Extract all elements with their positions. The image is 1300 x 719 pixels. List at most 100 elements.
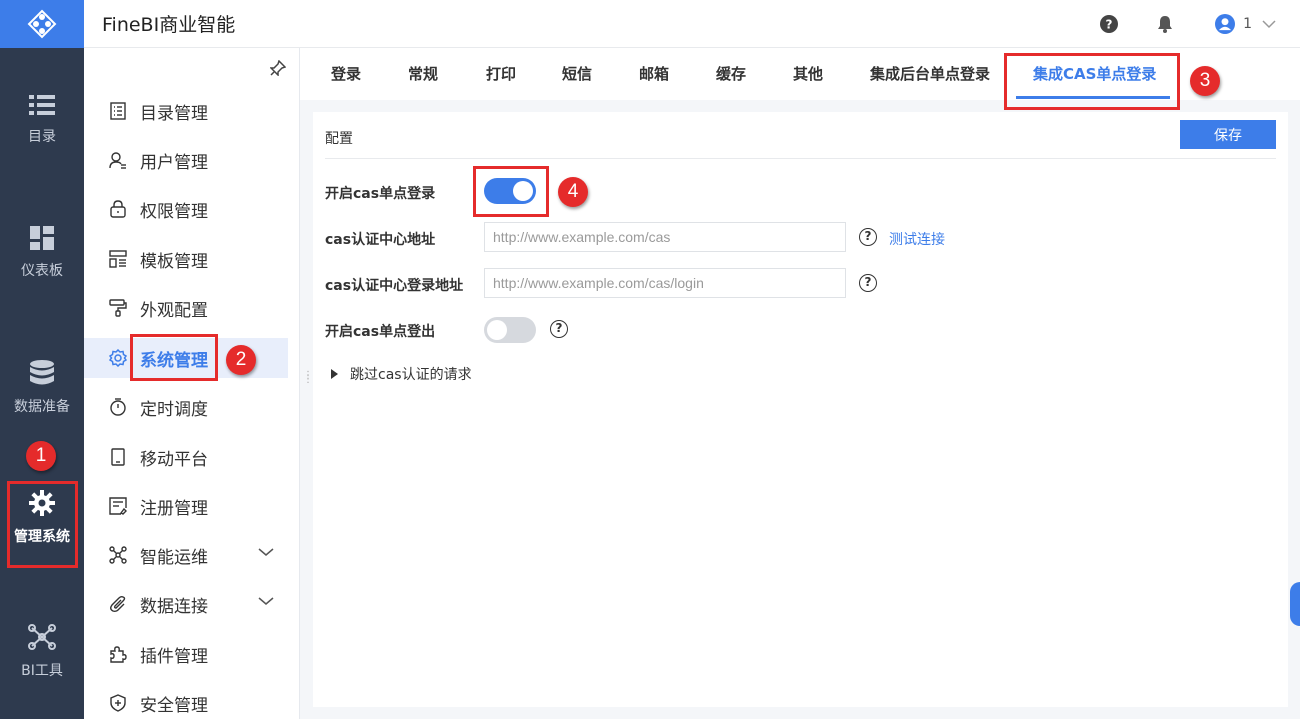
annotation-box-4: [473, 166, 549, 217]
rail-label: 目录: [28, 129, 56, 145]
chevron-down-icon[interactable]: [258, 596, 274, 606]
annotation-box-3: [1004, 53, 1180, 110]
logo-icon: [27, 9, 57, 39]
annotation-box-1: [7, 481, 78, 568]
ops-icon: [108, 545, 128, 565]
help-icon[interactable]: ?: [859, 274, 877, 292]
enable-logout-toggle[interactable]: [484, 317, 536, 343]
annotation-number-4: 4: [558, 177, 588, 207]
cas-login-url-input[interactable]: [484, 268, 846, 298]
brush-icon: [108, 298, 128, 318]
tab-print[interactable]: 打印: [486, 48, 516, 100]
divider: [325, 158, 1276, 159]
save-button[interactable]: 保存: [1180, 120, 1276, 149]
tab-email[interactable]: 邮箱: [639, 48, 669, 100]
caret-right-icon: [331, 369, 338, 379]
puzzle-icon: [108, 644, 128, 664]
toggle-knob: [487, 320, 507, 340]
dashboard-icon: [30, 226, 54, 250]
user-icon: [108, 150, 128, 170]
help-icon[interactable]: ?: [859, 228, 877, 246]
sidebar-item-label: 外观配置: [140, 300, 208, 321]
resize-handle[interactable]: ⋮ ⋮: [303, 371, 313, 385]
skip-requests-label: 跳过cas认证的请求: [350, 367, 472, 383]
tablet-icon: [108, 447, 128, 467]
bell-icon[interactable]: [1155, 14, 1175, 34]
app-title: FineBI商业智能: [102, 14, 236, 36]
cas-url-label: cas认证中心地址: [325, 232, 436, 248]
template-icon: [108, 249, 128, 269]
catalog-icon: [108, 101, 128, 121]
pin-icon[interactable]: [270, 60, 286, 76]
help-icon[interactable]: ?: [550, 320, 568, 338]
network-icon: [28, 624, 56, 650]
floating-assistant-button[interactable]: [1290, 582, 1300, 626]
sidebar-item-label: 数据连接: [140, 596, 208, 617]
sidebar-item-label: 智能运维: [140, 547, 208, 568]
rail-label: 数据准备: [14, 399, 70, 415]
app-logo[interactable]: [0, 0, 84, 48]
rail-label: BI工具: [21, 663, 63, 679]
sidebar-item-permissions[interactable]: 权限管理: [84, 189, 288, 229]
chevron-down-icon[interactable]: [258, 547, 274, 557]
sidebar-item-label: 模板管理: [140, 251, 208, 272]
sidebar-item-data-connection[interactable]: 数据连接: [84, 584, 288, 624]
sidebar-item-catalog[interactable]: 目录管理: [84, 91, 288, 131]
cas-url-input[interactable]: [484, 222, 846, 252]
tab-sms[interactable]: 短信: [562, 48, 592, 100]
sidebar-item-label: 注册管理: [140, 498, 208, 519]
sidebar-item-security[interactable]: 安全管理: [84, 683, 288, 719]
paperclip-icon: [108, 594, 128, 614]
help-icon[interactable]: ?: [1099, 14, 1119, 34]
section-title: 配置: [325, 131, 353, 147]
sidebar-item-ops[interactable]: 智能运维: [84, 535, 288, 575]
cas-login-url-label: cas认证中心登录地址: [325, 278, 464, 294]
tab-other[interactable]: 其他: [793, 48, 823, 100]
lock-icon: [108, 199, 128, 219]
timer-icon: [108, 397, 128, 417]
gear-icon: [108, 348, 128, 368]
sidebar-item-registration[interactable]: 注册管理: [84, 486, 288, 526]
admin-sidebar: 目录管理 用户管理 权限管理 模板管理 外观配置 系统管理 定时调度 移动平台 …: [84, 48, 300, 719]
sidebar-item-label: 插件管理: [140, 646, 208, 667]
user-name[interactable]: 1: [1243, 16, 1252, 32]
header-actions: ? 1: [1063, 0, 1276, 48]
sidebar-item-users[interactable]: 用户管理: [84, 140, 288, 180]
tab-backend-sso[interactable]: 集成后台单点登录: [870, 48, 990, 100]
rail-item-dashboard[interactable]: 仪表板: [0, 226, 84, 280]
list-icon: [29, 95, 55, 115]
rail-item-catalog[interactable]: 目录: [0, 94, 84, 146]
enable-sso-label: 开启cas单点登录: [325, 186, 436, 202]
test-connection-link[interactable]: 测试连接: [889, 229, 945, 249]
chevron-down-icon[interactable]: [1262, 19, 1276, 29]
sidebar-item-label: 定时调度: [140, 399, 208, 420]
rail-item-bi-tools[interactable]: BI工具: [0, 624, 84, 680]
skip-requests-expander[interactable]: 跳过cas认证的请求: [331, 364, 472, 384]
annotation-number-1: 1: [26, 441, 56, 471]
annotation-number-2: 2: [226, 345, 256, 375]
sidebar-item-schedule[interactable]: 定时调度: [84, 387, 288, 427]
database-icon: [30, 360, 54, 385]
rail-label: 仪表板: [21, 263, 63, 279]
sidebar-item-label: 用户管理: [140, 152, 208, 173]
tab-cache[interactable]: 缓存: [716, 48, 746, 100]
sidebar-item-appearance[interactable]: 外观配置: [84, 288, 288, 328]
sidebar-item-templates[interactable]: 模板管理: [84, 239, 288, 279]
enable-logout-label: 开启cas单点登出: [325, 324, 436, 340]
annotation-number-3: 3: [1190, 66, 1220, 96]
sidebar-item-mobile[interactable]: 移动平台: [84, 437, 288, 477]
shield-icon: [108, 693, 128, 713]
rail-item-data-prep[interactable]: 数据准备: [0, 360, 84, 416]
top-header: FineBI商业智能 ? 1: [84, 0, 1300, 48]
tab-general[interactable]: 常规: [408, 48, 438, 100]
app-rail: 目录 仪表板 数据准备 管理系统 BI工具: [0, 0, 84, 719]
sidebar-item-label: 目录管理: [140, 103, 208, 124]
register-icon: [108, 496, 128, 516]
tab-login[interactable]: 登录: [331, 48, 361, 100]
avatar-icon[interactable]: [1215, 14, 1236, 34]
sidebar-item-label: 移动平台: [140, 449, 208, 470]
sidebar-item-label: 安全管理: [140, 695, 208, 716]
cas-config-panel: 配置 保存 开启cas单点登录 cas认证中心地址 ? 测试连接 cas认证中心…: [313, 112, 1288, 707]
sidebar-item-plugins[interactable]: 插件管理: [84, 634, 288, 674]
sidebar-item-label: 权限管理: [140, 201, 208, 222]
